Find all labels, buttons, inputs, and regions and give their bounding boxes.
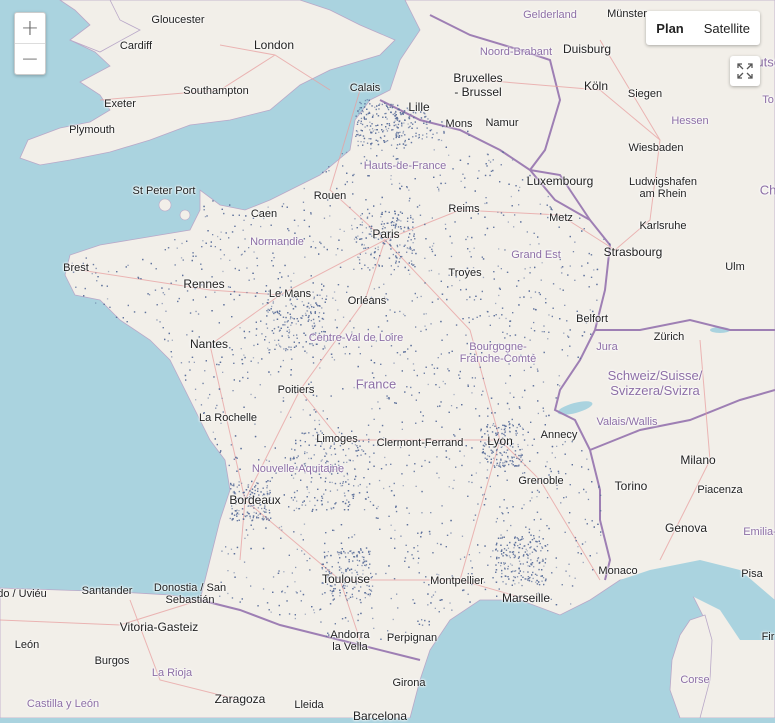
- label-calais: Calais: [350, 82, 381, 94]
- label-corse: Corse: [680, 674, 709, 686]
- label-santander: Santander: [82, 585, 133, 597]
- label-marseille: Marseille: [502, 591, 550, 605]
- label-normandie: Normandie: [250, 236, 304, 248]
- label-bourgogne: Bourgogne-Franche-Comté: [460, 341, 536, 365]
- label-schweiz: Schweiz/Suisse/Svizzera/Svizra: [608, 368, 703, 398]
- label-wiesbaden: Wiesbaden: [628, 142, 683, 154]
- label-troyes: Troyes: [448, 267, 481, 279]
- label-milano: Milano: [680, 453, 715, 467]
- label-perpignan: Perpignan: [387, 632, 437, 644]
- label-reims: Reims: [448, 203, 479, 215]
- zoom-control: + −: [14, 12, 46, 75]
- label-limoges: Limoges: [316, 433, 358, 445]
- label-girona: Girona: [392, 677, 425, 689]
- label-brest: Brest: [63, 262, 89, 274]
- label-vitoria: Vitoria-Gasteiz: [120, 620, 198, 634]
- label-castilla: Castilla y León: [27, 698, 99, 710]
- label-ludwigshafen: Ludwigshafenam Rhein: [629, 176, 697, 200]
- label-barcelona: Barcelona: [353, 709, 407, 723]
- label-annecy: Annecy: [541, 429, 578, 441]
- label-orleans: Orléans: [348, 295, 387, 307]
- label-firenze: Fir: [762, 631, 775, 643]
- label-hessen: Hessen: [671, 115, 708, 127]
- label-andorra: Andorrala Vella: [330, 629, 369, 653]
- label-stpeterport: St Peter Port: [133, 185, 196, 197]
- label-noord_brabant: Noord-Brabant: [480, 46, 552, 58]
- label-london: London: [254, 38, 294, 52]
- label-grandest: Grand Est: [511, 249, 561, 261]
- label-donostia: Donostia / SanSebastián: [154, 582, 226, 606]
- label-leon: León: [15, 639, 39, 651]
- fullscreen-icon: [737, 63, 753, 79]
- label-duisburg: Duisburg: [563, 42, 611, 56]
- label-clermont: Clermont-Ferrand: [377, 437, 464, 449]
- label-gelderland: Gelderland: [523, 9, 577, 21]
- label-siegen: Siegen: [628, 88, 662, 100]
- label-belfort: Belfort: [576, 313, 608, 325]
- label-gloucester: Gloucester: [151, 14, 204, 26]
- label-pisa: Pisa: [741, 568, 762, 580]
- label-paris: Paris: [372, 227, 399, 241]
- label-france: France: [356, 377, 396, 392]
- label-ulm: Ulm: [725, 261, 745, 273]
- layer-satellite-button[interactable]: Satellite: [694, 21, 760, 36]
- label-zaragoza: Zaragoza: [215, 692, 266, 706]
- label-metz: Metz: [549, 212, 573, 224]
- label-exeter: Exeter: [104, 98, 136, 110]
- label-lleida: Lleida: [294, 699, 323, 711]
- label-torino: Torino: [615, 479, 648, 493]
- label-lille: Lille: [408, 100, 429, 114]
- label-toulouse: Toulouse: [322, 572, 370, 586]
- label-poitiers: Poitiers: [278, 384, 315, 396]
- fullscreen-button[interactable]: [730, 56, 760, 86]
- label-cardiff: Cardiff: [120, 40, 152, 52]
- label-monaco: Monaco: [598, 565, 637, 577]
- label-nouvelle: Nouvelle-Aquitaine: [252, 463, 344, 475]
- layer-plan-button[interactable]: Plan: [646, 21, 693, 36]
- label-jura: Jura: [596, 341, 617, 353]
- label-mons: Mons: [446, 118, 473, 130]
- label-lemans: Le Mans: [269, 288, 311, 300]
- zoom-in-button[interactable]: +: [15, 13, 45, 43]
- label-rouen: Rouen: [314, 190, 346, 202]
- label-larochelle: La Rochelle: [199, 412, 257, 424]
- label-zurich: Zürich: [654, 331, 685, 343]
- label-koln: Köln: [584, 79, 608, 93]
- label-southampton: Southampton: [183, 85, 248, 97]
- label-centre: Centre-Val de Loire: [309, 332, 404, 344]
- label-valais: Valais/Wallis: [596, 416, 657, 428]
- label-munster: Münster: [607, 8, 647, 20]
- label-hauts: Hauts-de-France: [364, 160, 447, 172]
- label-luxembourg: Luxembourg: [527, 174, 594, 188]
- label-genova: Genova: [665, 521, 707, 535]
- zoom-out-button[interactable]: −: [15, 43, 45, 74]
- label-rennes: Rennes: [183, 277, 224, 291]
- label-montpellier: Montpellier: [430, 575, 484, 587]
- label-nantes: Nantes: [190, 337, 228, 351]
- label-bruxelles: Bruxelles- Brussel: [453, 71, 502, 99]
- label-burgos: Burgos: [95, 655, 130, 667]
- label-emilia: Emilia-: [743, 526, 775, 538]
- layer-switcher: Plan Satellite: [646, 11, 760, 45]
- label-bordeaux: Bordeaux: [229, 493, 280, 507]
- label-strasbourg: Strasbourg: [604, 245, 663, 259]
- label-ch: Ch: [760, 183, 775, 198]
- label-caen: Caen: [251, 208, 277, 220]
- label-namur: Namur: [485, 117, 518, 129]
- label-plymouth: Plymouth: [69, 124, 115, 136]
- label-larioja: La Rioja: [152, 667, 192, 679]
- label-lyon: Lyon: [487, 434, 513, 448]
- label-karlsruhe: Karlsruhe: [639, 220, 686, 232]
- label-bilbao: do / Uviéu: [0, 588, 47, 600]
- label-to: To: [762, 94, 774, 106]
- label-piacenza: Piacenza: [697, 484, 742, 496]
- label-grenoble: Grenoble: [518, 475, 563, 487]
